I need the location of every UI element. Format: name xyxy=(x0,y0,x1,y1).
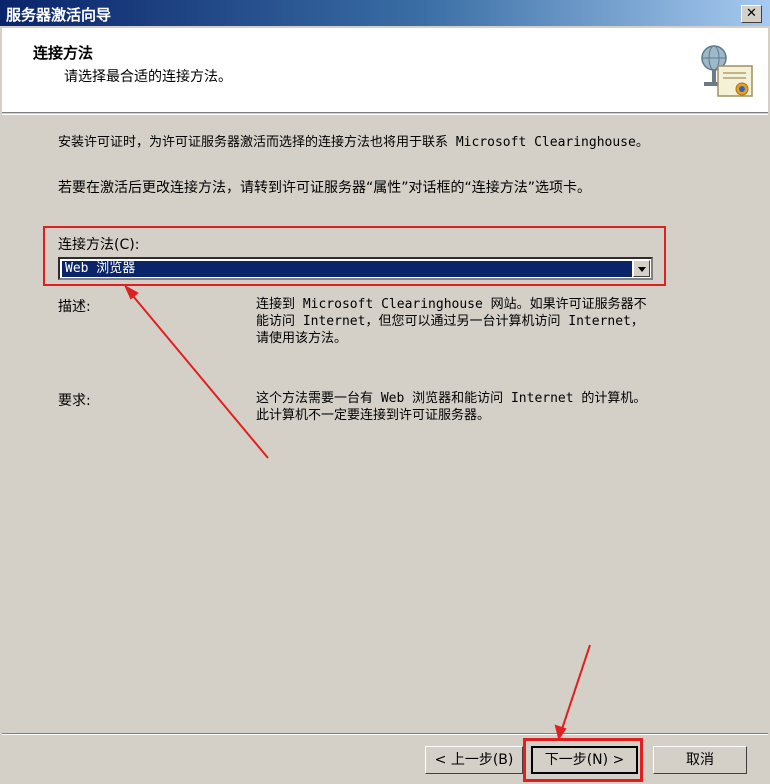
requirement-label: 要求: xyxy=(58,393,91,409)
annotation-arrowhead-next xyxy=(554,724,567,741)
page-title: 连接方法 xyxy=(33,44,94,62)
close-button[interactable]: ✕ xyxy=(741,5,762,23)
footer-separator xyxy=(2,733,768,735)
header-separator xyxy=(2,114,768,115)
annotation-arrow-method xyxy=(127,289,269,459)
cancel-button[interactable]: 取消 xyxy=(653,746,747,774)
wizard-header: 连接方法 请选择最合适的连接方法。 xyxy=(2,28,768,113)
annotation-box-next xyxy=(523,738,643,782)
description-label: 描述: xyxy=(58,299,91,315)
annotation-box-method xyxy=(43,226,666,286)
title-bar: 服务器激活向导 ✕ xyxy=(0,0,770,26)
description-text: 连接到 Microsoft Clearinghouse 网站。如果许可证服务器不… xyxy=(256,297,647,346)
window-title: 服务器激活向导 xyxy=(6,6,112,24)
annotation-arrow-next xyxy=(559,644,591,736)
page-subtitle: 请选择最合适的连接方法。 xyxy=(64,69,232,85)
close-icon: ✕ xyxy=(746,6,757,21)
requirement-text: 这个方法需要一台有 Web 浏览器和能访问 Internet 的计算机。此计算机… xyxy=(256,391,647,423)
certificate-server-icon xyxy=(701,45,753,97)
intro-text: 安装许可证时，为许可证服务器激活而选择的连接方法也将用于联系 Microsoft… xyxy=(58,135,649,150)
intro-text-2: 若要在激活后更改连接方法，请转到许可证服务器“属性”对话框的“连接方法”选项卡。 xyxy=(58,180,592,196)
annotation-arrowhead-method xyxy=(123,284,139,300)
back-button[interactable]: < 上一步(B) xyxy=(425,746,523,774)
